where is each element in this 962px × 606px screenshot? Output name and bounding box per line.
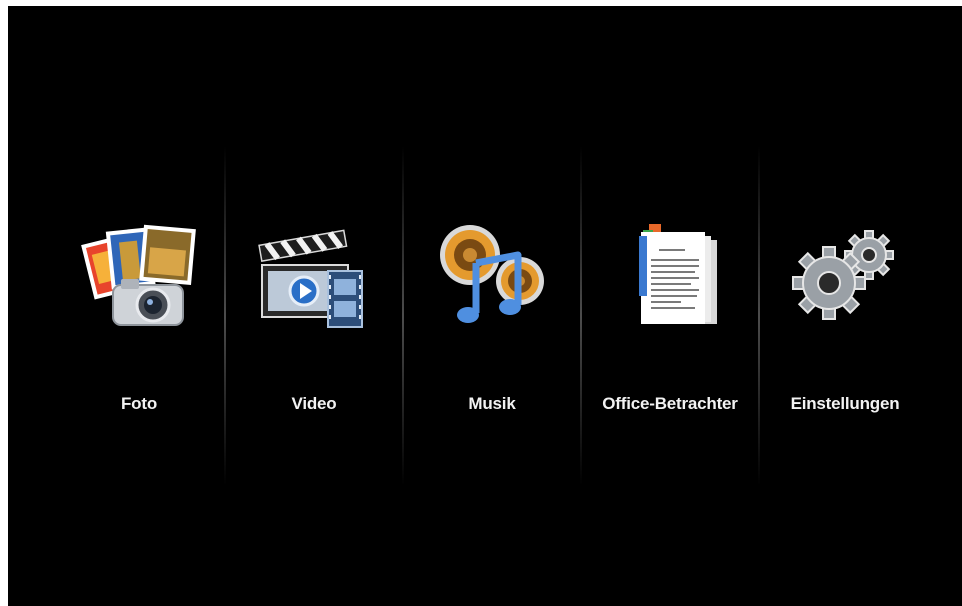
menu-item-label: Video [291,394,337,413]
settings-gears-icon [792,230,894,320]
main-menu: Foto Video Musik Office-Betrachter Einst… [54,146,956,486]
menu-item-label: Musik [468,394,516,413]
menu-item-einstellungen[interactable]: Einstellungen [760,146,930,486]
menu-item-label: Einstellungen [790,394,900,413]
photo-icon [81,224,196,326]
menu-item-office-betrachter[interactable]: Office-Betrachter [582,146,758,486]
menu-item-label: Foto [120,394,157,413]
video-icon [258,229,363,328]
menu-item-video[interactable]: Video [226,146,402,486]
menu-item-foto[interactable]: Foto [54,146,224,486]
menu-item-musik[interactable]: Musik [404,146,580,486]
office-document-icon [639,224,717,324]
menu-item-label: Office-Betrachter [602,394,738,413]
main-menu-screen: Foto Video Musik Office-Betrachter Einst… [8,6,962,606]
music-icon [440,225,544,323]
